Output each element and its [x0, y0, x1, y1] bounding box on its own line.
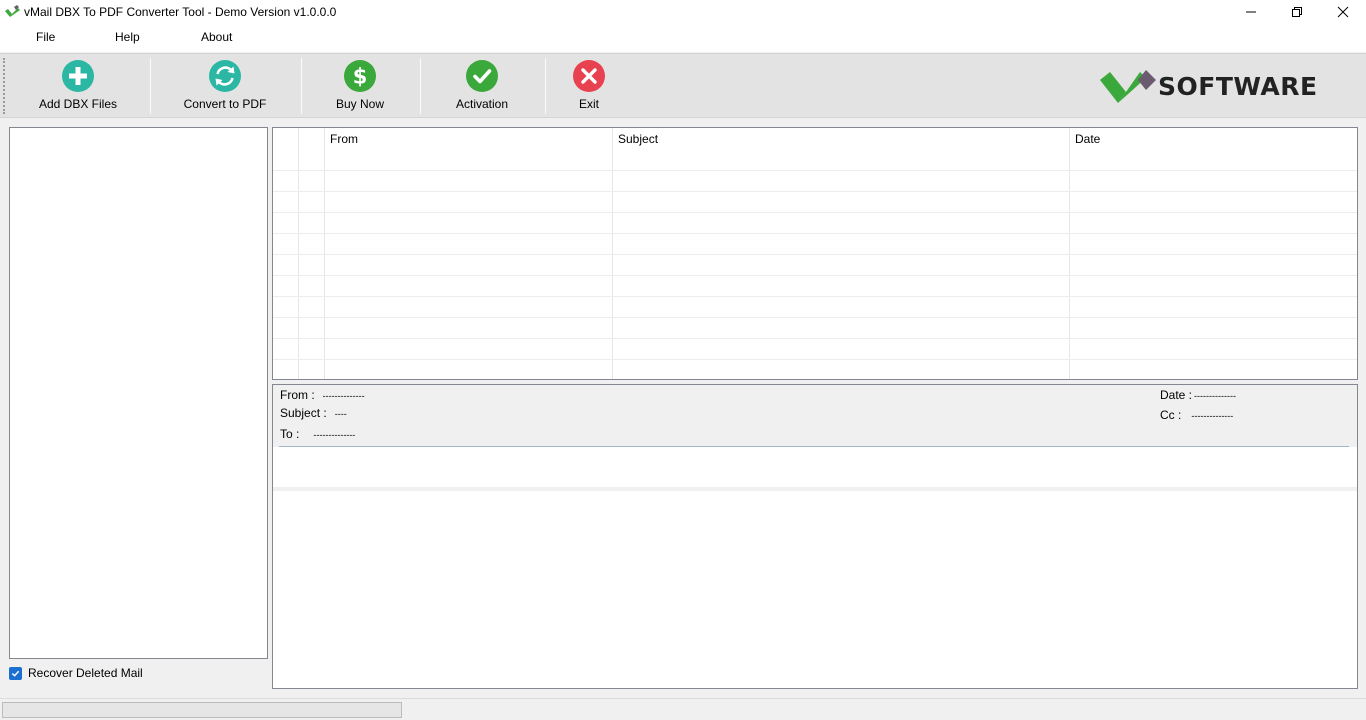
minimize-button[interactable]: [1228, 0, 1274, 24]
grid-row-divider: [273, 359, 1357, 360]
grid-row-divider: [273, 212, 1357, 213]
grid-row-divider: [273, 254, 1357, 255]
close-icon: [1337, 6, 1349, 18]
convert-to-pdf-button[interactable]: Convert to PDF: [180, 54, 270, 117]
grid-row-divider: [273, 233, 1357, 234]
svg-text:$: $: [353, 65, 368, 89]
exit-icon: [573, 60, 605, 92]
activation-label: Activation: [455, 97, 509, 111]
convert-icon: [209, 60, 241, 92]
toolbar: Add DBX Files Convert to PDF $ Buy Now A…: [0, 53, 1366, 118]
grid-row-divider: [273, 296, 1357, 297]
preview-date: Date : --------------: [1160, 388, 1236, 402]
recover-deleted-mail-label: Recover Deleted Mail: [28, 666, 143, 680]
preview-cc-label: Cc :: [1160, 408, 1182, 422]
menu-file[interactable]: File: [36, 30, 55, 44]
preview-date-label: Date :: [1160, 388, 1193, 402]
preview-cc: Cc : --------------: [1160, 408, 1233, 422]
grid-header: From Subject Date: [273, 128, 1357, 150]
preview-from: From : --------------: [280, 388, 365, 402]
toolbar-separator: [420, 58, 421, 114]
status-bar: [0, 698, 1366, 720]
folder-tree-panel[interactable]: [9, 127, 268, 659]
check-icon: [466, 60, 498, 92]
toolbar-grip[interactable]: [3, 58, 5, 114]
buy-now-label: Buy Now: [335, 97, 385, 111]
preview-subject-value: ----: [334, 408, 347, 419]
preview-from-value: --------------: [322, 390, 365, 401]
preview-subject-label: Subject :: [280, 406, 327, 420]
exit-label: Exit: [578, 97, 599, 111]
preview-cc-value: --------------: [1191, 410, 1234, 421]
close-button[interactable]: [1320, 0, 1366, 24]
progress-bar: [2, 702, 402, 718]
toolbar-separator: [150, 58, 151, 114]
grid-row-divider: [273, 317, 1357, 318]
preview-to-label: To :: [280, 427, 300, 441]
attachments-area: [273, 447, 1357, 487]
toolbar-separator: [301, 58, 302, 114]
column-header-from[interactable]: From: [330, 132, 358, 146]
preview-from-label: From :: [280, 388, 315, 402]
toolbar-separator: [545, 58, 546, 114]
grid-row-divider: [273, 275, 1357, 276]
restore-icon: [1292, 7, 1302, 17]
add-dbx-files-label: Add DBX Files: [38, 97, 118, 111]
preview-date-value: --------------: [1194, 390, 1236, 401]
add-dbx-files-button[interactable]: Add DBX Files: [38, 54, 118, 117]
grid-row-divider: [273, 191, 1357, 192]
preview-header: From : -------------- Subject : ---- To : -…: [273, 385, 1357, 491]
minimize-icon: [1246, 11, 1256, 13]
activation-button[interactable]: Activation: [447, 54, 517, 117]
preview-to-value: --------------: [313, 429, 356, 440]
buy-now-button[interactable]: $ Buy Now: [325, 54, 395, 117]
window-controls: [1228, 0, 1366, 24]
brand-logo: SOFTWARE: [1100, 66, 1318, 106]
convert-to-pdf-label: Convert to PDF: [183, 97, 267, 111]
window-title: vMail DBX To PDF Converter Tool - Demo V…: [24, 5, 337, 19]
menu-about[interactable]: About: [201, 30, 232, 44]
recover-deleted-mail-option[interactable]: Recover Deleted Mail: [9, 666, 143, 680]
dollar-icon: $: [344, 60, 376, 92]
preview-to: To : --------------: [280, 427, 355, 441]
column-header-subject[interactable]: Subject: [618, 132, 658, 146]
menu-bar: File Help About: [0, 24, 1366, 52]
add-icon: [62, 60, 94, 92]
title-bar: vMail DBX To PDF Converter Tool - Demo V…: [0, 0, 1366, 24]
menu-help[interactable]: Help: [115, 30, 140, 44]
logo-text: SOFTWARE: [1158, 71, 1318, 101]
logo-mark-icon: [1100, 70, 1156, 103]
preview-subject: Subject : ----: [280, 406, 347, 420]
column-header-date[interactable]: Date: [1075, 132, 1100, 146]
exit-button[interactable]: Exit: [564, 54, 614, 117]
app-logo-icon: [5, 5, 20, 17]
checkmark-icon: [11, 670, 20, 677]
grid-row-divider: [273, 338, 1357, 339]
mail-list-grid[interactable]: From Subject Date: [272, 127, 1358, 380]
restore-button[interactable]: [1274, 0, 1320, 24]
recover-deleted-mail-checkbox[interactable]: [9, 666, 22, 680]
grid-row-divider: [273, 170, 1357, 171]
mail-preview-panel: From : -------------- Subject : ---- To : -…: [272, 384, 1358, 689]
